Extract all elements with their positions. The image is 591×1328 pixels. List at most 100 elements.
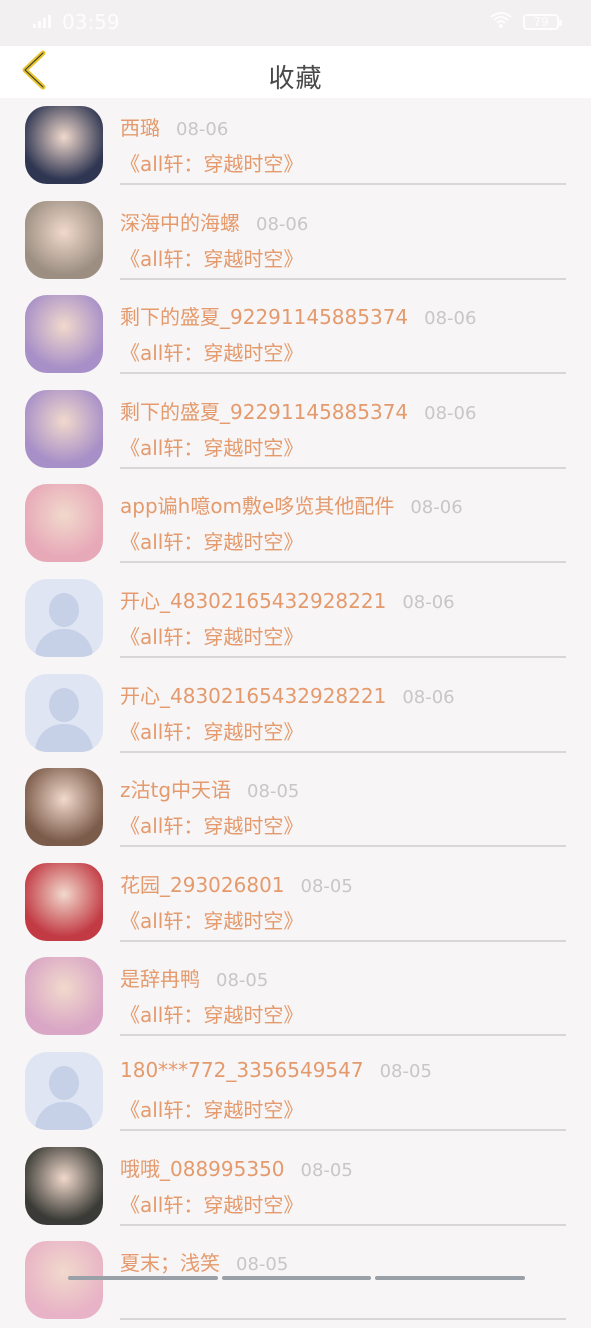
item-info: 哦哦_088995350 08-05 《all轩：穿越时空》 — [120, 1153, 566, 1218]
item-date: 08-05 — [379, 1060, 432, 1082]
book-title[interactable]: 《all轩：穿越时空》 — [120, 243, 566, 272]
status-left: 03:59 — [32, 10, 120, 34]
user-name[interactable]: 花园_293026801 — [120, 869, 285, 898]
item-header-line: 夏末；浅笑 08-05 — [120, 1247, 566, 1277]
user-name[interactable]: 夏末；浅笑 — [120, 1247, 220, 1276]
item-header-line: 180***772_3356549547 08-05 — [120, 1058, 566, 1088]
item-header-line: app谝h噫om敷e哆览其他配件 08-06 — [120, 490, 566, 520]
item-header-line: z沽tg中天语 08-05 — [120, 774, 566, 804]
row-divider — [120, 845, 566, 848]
item-info: 是辞冉鸭 08-05 《all轩：穿越时空》 — [120, 963, 566, 1028]
avatar[interactable] — [25, 1241, 103, 1320]
item-header-line: 剩下的盛夏_92291145885374 08-06 — [120, 396, 566, 426]
indicator-segment — [68, 1276, 218, 1280]
item-date: 08-05 — [300, 875, 353, 897]
page-title: 收藏 — [268, 64, 323, 94]
user-name[interactable]: 180***772_3356549547 — [120, 1058, 364, 1082]
row-divider — [120, 1318, 566, 1321]
book-title[interactable]: 《all轩：穿越时空》 — [120, 621, 566, 650]
item-header-line: 花园_293026801 08-05 — [120, 869, 566, 899]
user-name[interactable]: 西璐 — [120, 112, 160, 141]
item-date: 08-05 — [247, 781, 300, 803]
status-time: 03:59 — [62, 10, 120, 34]
item-info: app谝h噫om敷e哆览其他配件 08-06 《all轩：穿越时空》 — [120, 490, 566, 555]
row-divider — [120, 1034, 566, 1037]
book-title[interactable]: 《all轩：穿越时空》 — [120, 810, 566, 839]
item-date: 08-06 — [256, 213, 309, 235]
default-avatar[interactable] — [25, 1051, 103, 1130]
silhouette-head — [49, 687, 79, 722]
list-item[interactable]: app谝h噫om敷e哆览其他配件 08-06 《all轩：穿越时空》 — [0, 476, 591, 571]
item-header-line: 西璐 08-06 — [120, 112, 566, 142]
status-right: 79 — [489, 10, 562, 34]
item-header-line: 开心_48302165432928221 08-06 — [120, 585, 566, 615]
battery-level: 79 — [533, 15, 549, 29]
avatar[interactable] — [25, 862, 103, 941]
book-title[interactable]: 《all轩：穿越时空》 — [120, 999, 566, 1028]
silhouette-body — [35, 723, 93, 752]
list-item[interactable]: 剩下的盛夏_92291145885374 08-06 《all轩：穿越时空》 — [0, 382, 591, 477]
avatar[interactable] — [25, 484, 103, 563]
item-date: 08-06 — [176, 119, 229, 140]
avatar[interactable] — [25, 768, 103, 847]
user-name[interactable]: 开心_48302165432928221 — [120, 585, 386, 614]
list-item[interactable]: z沽tg中天语 08-05 《all轩：穿越时空》 — [0, 760, 591, 855]
avatar[interactable] — [25, 1146, 103, 1225]
list-item[interactable]: 180***772_3356549547 08-05 《all轩：穿越时空》 — [0, 1044, 591, 1139]
list-item[interactable]: 剩下的盛夏_92291145885374 08-06 《all轩：穿越时空》 — [0, 287, 591, 382]
book-title[interactable]: 《all轩：穿越时空》 — [120, 1189, 566, 1218]
user-name[interactable]: app谝h噫om敷e哆览其他配件 — [120, 490, 394, 519]
user-name[interactable]: 是辞冉鸭 — [120, 963, 200, 992]
item-header-line: 深海中的海螺 08-06 — [120, 207, 566, 237]
book-title[interactable]: 《all轩：穿越时空》 — [120, 716, 566, 745]
item-info: 开心_48302165432928221 08-06 《all轩：穿越时空》 — [120, 680, 566, 745]
header-bar: 收藏 — [0, 46, 591, 98]
list-item[interactable]: 夏末；浅笑 08-05 — [0, 1233, 591, 1328]
battery-icon: 79 — [523, 14, 562, 30]
row-divider — [120, 466, 566, 469]
avatar[interactable] — [25, 295, 103, 374]
avatar[interactable] — [25, 106, 103, 184]
item-header-line: 哦哦_088995350 08-05 — [120, 1153, 566, 1183]
book-title[interactable]: 《all轩：穿越时空》 — [120, 148, 566, 177]
item-info: 花园_293026801 08-05 《all轩：穿越时空》 — [120, 869, 566, 934]
book-title[interactable]: 《all轩：穿越时空》 — [120, 526, 566, 555]
item-header-line: 开心_48302165432928221 08-06 — [120, 680, 566, 710]
user-name[interactable]: 剩下的盛夏_92291145885374 — [120, 396, 408, 425]
status-bar: 03:59 79 — [0, 0, 591, 46]
user-name[interactable]: z沽tg中天语 — [120, 774, 231, 803]
item-info: z沽tg中天语 08-05 《all轩：穿越时空》 — [120, 774, 566, 839]
signal-icon — [32, 10, 54, 34]
list-item[interactable]: 哦哦_088995350 08-05 《all轩：穿越时空》 — [0, 1139, 591, 1234]
list-item[interactable]: 深海中的海螺 08-06 《all轩：穿越时空》 — [0, 193, 591, 288]
list-item[interactable]: 开心_48302165432928221 08-06 《all轩：穿越时空》 — [0, 666, 591, 761]
list-item[interactable]: 开心_48302165432928221 08-06 《all轩：穿越时空》 — [0, 571, 591, 666]
item-info: 深海中的海螺 08-06 《all轩：穿越时空》 — [120, 207, 566, 272]
list-item[interactable]: 是辞冉鸭 08-05 《all轩：穿越时空》 — [0, 949, 591, 1044]
user-name[interactable]: 哦哦_088995350 — [120, 1153, 285, 1182]
book-title[interactable]: 《all轩：穿越时空》 — [120, 905, 566, 934]
avatar[interactable] — [25, 200, 103, 279]
avatar[interactable] — [25, 957, 103, 1036]
item-date: 08-05 — [216, 970, 269, 992]
book-title[interactable]: 《all轩：穿越时空》 — [120, 337, 566, 366]
book-title[interactable]: 《all轩：穿越时空》 — [120, 1094, 566, 1123]
indicator-segment — [221, 1276, 372, 1280]
book-title[interactable]: 《all轩：穿越时空》 — [120, 432, 566, 461]
row-divider — [120, 939, 566, 942]
default-avatar[interactable] — [25, 673, 103, 752]
wifi-icon — [489, 10, 513, 34]
silhouette-body — [35, 1101, 93, 1130]
list-item[interactable]: 西璐 08-06 《all轩：穿越时空》 — [0, 98, 591, 193]
indicator-segment — [375, 1276, 526, 1280]
user-name[interactable]: 开心_48302165432928221 — [120, 680, 386, 709]
user-name[interactable]: 深海中的海螺 — [120, 207, 240, 236]
row-divider — [120, 1128, 566, 1131]
list-item[interactable]: 花园_293026801 08-05 《all轩：穿越时空》 — [0, 855, 591, 950]
avatar[interactable] — [25, 389, 103, 468]
item-info: 180***772_3356549547 08-05 《all轩：穿越时空》 — [120, 1058, 566, 1123]
row-divider — [120, 277, 566, 280]
user-name[interactable]: 剩下的盛夏_92291145885374 — [120, 301, 408, 330]
default-avatar[interactable] — [25, 578, 103, 657]
item-info: 剩下的盛夏_92291145885374 08-06 《all轩：穿越时空》 — [120, 301, 566, 366]
